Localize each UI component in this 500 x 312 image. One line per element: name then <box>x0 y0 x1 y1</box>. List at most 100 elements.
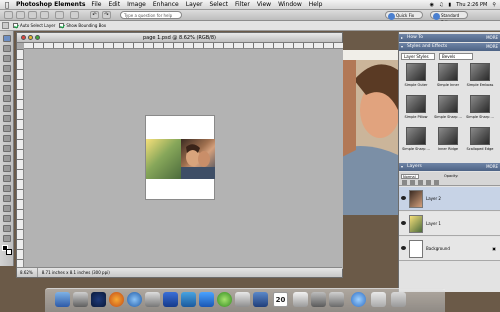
document-title-bar[interactable]: page 1.psd @ 8.62% (RGB/8) <box>17 33 342 43</box>
blur-tool[interactable] <box>3 225 11 232</box>
photoshop-icon[interactable] <box>163 292 178 307</box>
app-icon[interactable] <box>329 292 344 307</box>
save-icon[interactable] <box>28 11 37 19</box>
cookie-cutter-tool[interactable] <box>3 135 11 142</box>
trash-icon[interactable] <box>391 292 406 307</box>
photo-layer-2[interactable] <box>181 139 215 179</box>
menu-select[interactable]: Select <box>209 1 228 8</box>
firefox-icon[interactable] <box>109 292 124 307</box>
help-search-input[interactable]: Type a question for help <box>120 11 182 19</box>
layers-more-button[interactable]: MORE <box>486 163 498 171</box>
zoom-button[interactable] <box>35 35 40 40</box>
zoom-level[interactable]: 8.62% <box>20 268 38 277</box>
visibility-eye-icon[interactable] <box>401 221 406 225</box>
visibility-eye-icon[interactable] <box>401 246 406 250</box>
app-icon[interactable] <box>311 292 326 307</box>
dashboard-icon[interactable] <box>91 292 106 307</box>
crop-tool[interactable] <box>3 125 11 132</box>
app-icon[interactable] <box>235 292 250 307</box>
styles-more-button[interactable]: MORE <box>486 43 498 51</box>
gradient-tool[interactable] <box>3 205 11 212</box>
marquee-tool[interactable] <box>3 75 11 82</box>
eyedropper-tool[interactable] <box>3 65 11 72</box>
layers-panel-header[interactable]: ▾ Layers MORE <box>399 163 500 171</box>
style-swatch[interactable]: Simple Outer <box>401 62 431 92</box>
app-icon[interactable] <box>199 292 214 307</box>
documents-stack-icon[interactable] <box>371 292 386 307</box>
battery-icon[interactable]: ▮ <box>448 2 451 8</box>
new-icon[interactable] <box>4 11 13 19</box>
menu-image[interactable]: Image <box>127 1 146 8</box>
minimize-button[interactable] <box>28 35 33 40</box>
paint-bucket-tool[interactable] <box>3 195 11 202</box>
ical-icon[interactable]: 20 <box>273 292 288 307</box>
magic-wand-tool[interactable] <box>3 95 11 102</box>
style-swatch[interactable]: Simple Pillow <box>401 94 431 124</box>
app-icon[interactable] <box>181 292 196 307</box>
styles-effects-panel-header[interactable]: ▾ Styles and Effects MORE <box>399 43 500 51</box>
close-button[interactable] <box>21 35 26 40</box>
layer-row[interactable]: Layer 2 <box>399 187 500 211</box>
canvas-area[interactable] <box>24 49 343 269</box>
spotlight-icon[interactable]: ⚲ <box>492 2 496 8</box>
quick-fix-button[interactable]: Quick Fix <box>385 11 423 20</box>
safari-icon[interactable] <box>127 292 142 307</box>
style-swatch[interactable]: Simple Emboss <box>465 62 495 92</box>
clone-stamp-tool[interactable] <box>3 165 11 172</box>
open-icon[interactable] <box>16 11 25 19</box>
app-store-icon[interactable] <box>351 292 366 307</box>
wifi-icon[interactable]: ◉ <box>430 2 434 8</box>
menu-help[interactable]: Help <box>309 1 323 8</box>
clock[interactable]: Thu 2:26 PM <box>456 2 487 8</box>
how-to-panel-header[interactable]: ▸ How To MORE <box>399 34 500 42</box>
app-icon[interactable] <box>293 292 308 307</box>
menu-filter[interactable]: Filter <box>235 1 250 8</box>
lasso-tool[interactable] <box>3 85 11 92</box>
move-tool-icon[interactable] <box>2 22 9 29</box>
itunes-icon[interactable] <box>145 292 160 307</box>
eraser-tool[interactable] <box>3 175 11 182</box>
move-tool[interactable] <box>3 35 11 42</box>
show-bounding-box-checkbox[interactable] <box>59 23 65 28</box>
style-swatch[interactable]: Simple Sharp ... <box>433 94 463 124</box>
style-swatch[interactable]: Scalloped Edge <box>465 126 495 156</box>
sponge-tool[interactable] <box>3 235 11 242</box>
visibility-eye-icon[interactable] <box>401 196 406 200</box>
red-eye-tool[interactable] <box>3 145 11 152</box>
link-layer-icon[interactable] <box>426 180 431 185</box>
how-to-more-button[interactable]: MORE <box>486 34 498 42</box>
auto-select-layer-checkbox[interactable] <box>13 23 18 28</box>
hand-tool[interactable] <box>3 55 11 62</box>
type-tool[interactable] <box>3 115 11 122</box>
print-icon[interactable] <box>40 11 49 19</box>
layer-row[interactable]: Layer 1 <box>399 212 500 236</box>
lock-layer-icon[interactable] <box>434 180 439 185</box>
style-swatch[interactable]: Simple Sharp ... <box>465 94 495 124</box>
background-color-swatch[interactable] <box>6 249 12 255</box>
style-library-select[interactable]: Bevels <box>439 53 473 60</box>
menu-layer[interactable]: Layer <box>186 1 203 8</box>
email-icon[interactable] <box>55 11 64 19</box>
apple-icon[interactable]:  <box>3 1 11 9</box>
layer-row[interactable]: Background ▣ <box>399 237 500 261</box>
adjustment-layer-icon[interactable] <box>410 180 415 185</box>
selection-brush-tool[interactable] <box>3 105 11 112</box>
brush-tool[interactable] <box>3 185 11 192</box>
menu-file[interactable]: File <box>91 1 101 8</box>
style-swatch[interactable]: Simple Inner <box>433 62 463 92</box>
dreamweaver-icon[interactable] <box>217 292 232 307</box>
undo-icon[interactable]: ↶ <box>90 11 99 19</box>
menu-view[interactable]: View <box>257 1 271 8</box>
photo-layer-1[interactable] <box>146 139 181 179</box>
blend-mode-select[interactable]: Normal <box>401 174 419 179</box>
app-name[interactable]: Photoshop Elements <box>16 1 85 8</box>
document-page[interactable] <box>145 115 215 200</box>
style-swatch[interactable]: Inner Ridge <box>433 126 463 156</box>
volume-icon[interactable]: ♫ <box>439 2 443 8</box>
redo-icon[interactable]: ↷ <box>102 11 111 19</box>
menu-edit[interactable]: Edit <box>108 1 120 8</box>
style-category-select[interactable]: Layer Styles <box>401 53 435 60</box>
style-swatch[interactable]: Simple Sharp ... <box>401 126 431 156</box>
menu-window[interactable]: Window <box>278 1 302 8</box>
healing-brush-tool[interactable] <box>3 155 11 162</box>
